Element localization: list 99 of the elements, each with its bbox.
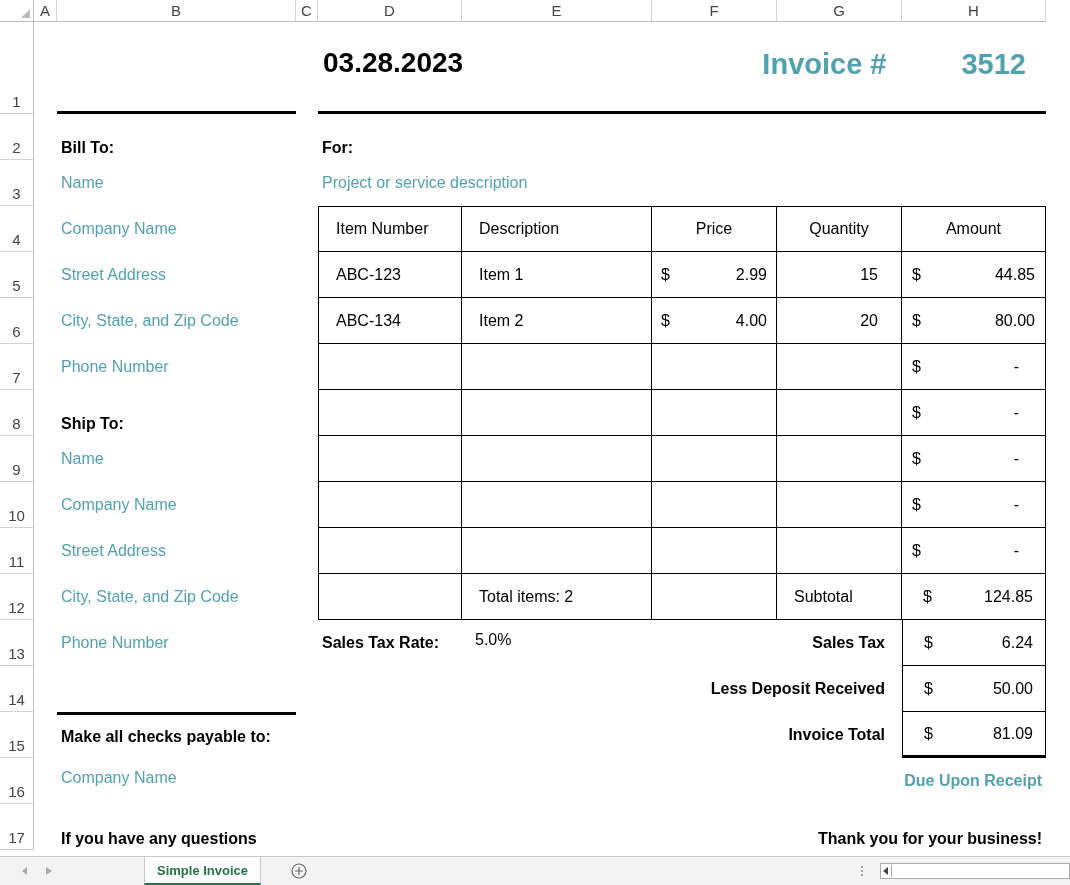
ship-to-heading: Ship To: xyxy=(61,415,124,433)
row-header[interactable]: 9 xyxy=(0,436,34,482)
currency-symbol: $ xyxy=(661,311,670,330)
column-header[interactable]: E xyxy=(462,0,652,22)
currency-symbol: $ xyxy=(912,449,921,468)
currency-symbol: $ xyxy=(912,541,921,560)
subtotal-label: Subtotal xyxy=(794,587,853,606)
table-cell: 15 xyxy=(860,265,878,284)
column-header[interactable]: G xyxy=(777,0,902,22)
table-cell: 44.85 xyxy=(994,265,1035,284)
summary-value: 6.24 xyxy=(1001,633,1033,652)
column-header[interactable]: D xyxy=(318,0,462,22)
row-header[interactable]: 12 xyxy=(0,574,34,620)
address-line: Company Name xyxy=(61,496,177,514)
column-header[interactable]: C xyxy=(296,0,318,22)
column-heading: Description xyxy=(479,220,560,238)
address-line: Street Address xyxy=(61,266,166,284)
summary-label: Less Deposit Received xyxy=(710,680,885,698)
total-items: Total items: 2 xyxy=(479,587,574,606)
row-header[interactable]: 4 xyxy=(0,206,34,252)
address-line: Name xyxy=(61,450,104,468)
invoice-label: Invoice # xyxy=(762,47,887,81)
questions-text: If you have any questions xyxy=(61,830,257,848)
for-heading: For: xyxy=(322,139,354,157)
table-cell: ABC-134 xyxy=(336,311,401,330)
row-header[interactable]: 17 xyxy=(0,804,34,850)
address-line: City, State, and Zip Code xyxy=(61,312,239,330)
currency-symbol: $ xyxy=(924,724,933,743)
column-heading: Item Number xyxy=(336,220,429,238)
column-header[interactable]: H xyxy=(902,0,1046,22)
currency-symbol: $ xyxy=(912,403,921,422)
column-heading: Amount xyxy=(945,220,1002,238)
more-options-icon[interactable] xyxy=(860,865,864,877)
tax-rate-value: 5.0% xyxy=(475,631,512,649)
column-header[interactable]: B xyxy=(57,0,296,22)
due-terms: Due Upon Receipt xyxy=(904,772,1042,790)
horizontal-scrollbar[interactable] xyxy=(880,863,1070,879)
address-line: Company Name xyxy=(61,220,177,238)
summary-label: Invoice Total xyxy=(788,726,885,744)
table-cell: 2.99 xyxy=(735,265,767,284)
select-all-icon[interactable] xyxy=(21,9,30,18)
tax-rate-label: Sales Tax Rate: xyxy=(322,634,440,652)
currency-symbol: $ xyxy=(923,587,932,606)
address-line: Name xyxy=(61,174,104,192)
column-heading: Quantity xyxy=(809,220,869,238)
table-cell: Item 2 xyxy=(479,311,524,330)
column-header[interactable]: A xyxy=(34,0,57,22)
address-line: Phone Number xyxy=(61,358,169,376)
table-cell: - xyxy=(1013,541,1019,560)
table-cell: - xyxy=(1013,403,1019,422)
currency-symbol: $ xyxy=(912,357,921,376)
previous-sheet-icon[interactable] xyxy=(22,867,28,875)
table-cell: 4.00 xyxy=(735,311,767,330)
bill-to-heading: Bill To: xyxy=(61,139,115,157)
row-header[interactable]: 14 xyxy=(0,666,34,712)
row-header[interactable]: 7 xyxy=(0,344,34,390)
currency-symbol: $ xyxy=(912,495,921,514)
summary-value: 50.00 xyxy=(992,679,1033,698)
row-header[interactable]: 15 xyxy=(0,712,34,758)
checks-payable-heading: Make all checks payable to: xyxy=(61,727,271,746)
table-cell: - xyxy=(1013,357,1019,376)
currency-symbol: $ xyxy=(912,265,921,284)
row-header[interactable]: 2 xyxy=(0,114,34,160)
row-header[interactable]: 16 xyxy=(0,758,34,804)
row-header[interactable]: 10 xyxy=(0,482,34,528)
next-sheet-icon[interactable] xyxy=(46,867,52,875)
address-line: Phone Number xyxy=(61,634,169,652)
table-cell: 80.00 xyxy=(994,311,1035,330)
address-line: Street Address xyxy=(61,542,166,560)
row-header[interactable]: 1 xyxy=(0,22,34,114)
currency-symbol: $ xyxy=(924,679,933,698)
table-cell: - xyxy=(1013,449,1019,468)
summary-label: Sales Tax xyxy=(812,634,885,652)
column-header[interactable]: F xyxy=(652,0,777,22)
row-header[interactable]: 13 xyxy=(0,620,34,666)
project-description: Project or service description xyxy=(322,174,528,192)
row-header[interactable]: 3 xyxy=(0,160,34,206)
invoice-date: 03.28.2023 xyxy=(323,46,464,79)
table-cell: 20 xyxy=(860,311,878,330)
row-header[interactable]: 8 xyxy=(0,390,34,436)
currency-symbol: $ xyxy=(661,265,670,284)
row-header[interactable]: 5 xyxy=(0,252,34,298)
currency-symbol: $ xyxy=(924,633,933,652)
address-line: City, State, and Zip Code xyxy=(61,588,239,606)
sheet-tab[interactable]: Simple Invoice xyxy=(144,857,262,885)
scroll-left-icon[interactable] xyxy=(881,865,892,877)
table-cell: Item 1 xyxy=(479,265,524,284)
summary-value: 81.09 xyxy=(992,724,1033,743)
row-header[interactable]: 11 xyxy=(0,528,34,574)
column-heading: Price xyxy=(695,220,733,238)
add-sheet-icon[interactable] xyxy=(291,863,308,879)
payee-company: Company Name xyxy=(61,769,177,787)
invoice-number: 3512 xyxy=(961,47,1026,81)
table-cell: ABC-123 xyxy=(336,265,401,284)
subtotal-value: 124.85 xyxy=(984,587,1033,606)
thank-you-text: Thank you for your business! xyxy=(817,830,1042,848)
currency-symbol: $ xyxy=(912,311,921,330)
table-cell: - xyxy=(1013,495,1019,514)
row-header[interactable]: 6 xyxy=(0,298,34,344)
